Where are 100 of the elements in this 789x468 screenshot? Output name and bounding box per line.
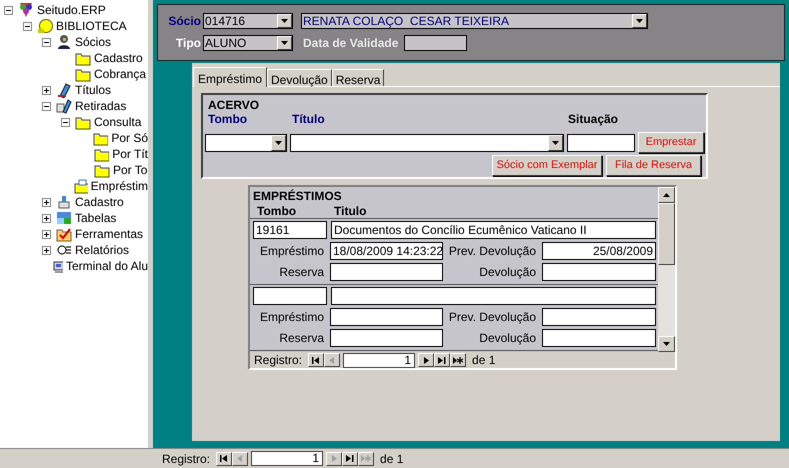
collapse-icon[interactable] — [42, 38, 51, 46]
tree-item[interactable]: Cobrança — [94, 65, 146, 83]
new-record-button[interactable] — [450, 353, 466, 367]
section-title: EMPRÉSTIMOS — [253, 189, 343, 203]
field-label: Devolução — [478, 264, 537, 281]
date-field[interactable] — [330, 308, 443, 326]
field-label: Sócio — [167, 13, 202, 30]
tree-item[interactable]: Empréstim — [90, 177, 148, 195]
tombo-field[interactable] — [253, 287, 327, 305]
folder-document-icon — [74, 178, 88, 194]
tombo-dropdown[interactable] — [205, 134, 287, 152]
field-label: Prev. Devolução — [448, 243, 537, 260]
right-triangle-icon — [329, 454, 340, 463]
next-record-button[interactable] — [418, 353, 434, 367]
field-label: Empréstimo — [258, 309, 325, 326]
right-triangle-icon — [421, 356, 432, 364]
record-label: Registro: — [162, 450, 210, 468]
title-field[interactable] — [331, 287, 656, 305]
collapse-icon[interactable] — [42, 102, 51, 110]
up-arrow-icon — [663, 193, 670, 197]
tab[interactable]: Devolução — [267, 69, 332, 86]
person-icon — [56, 34, 72, 50]
column-label: Situação — [568, 111, 618, 128]
date-field[interactable] — [330, 263, 443, 281]
book-icon — [56, 82, 72, 98]
column-header: Titulo — [334, 202, 366, 220]
collapse-icon[interactable] — [61, 118, 70, 126]
column-header: Tombo — [257, 202, 298, 220]
tree-item[interactable]: Relatórios — [75, 241, 130, 259]
dropdown-arrow-icon — [281, 41, 288, 45]
tree-item[interactable]: Terminal do Alu — [66, 257, 148, 275]
record-number-field[interactable]: 1 — [251, 451, 324, 466]
tree-item[interactable]: Por Tít — [112, 145, 148, 163]
tab[interactable]: Reserva — [332, 69, 384, 86]
triangle-asterisk-icon — [361, 454, 372, 463]
tree-item[interactable]: Retiradas — [75, 97, 126, 115]
record-number-field[interactable]: 1 — [343, 352, 416, 368]
last-record-button[interactable] — [434, 353, 450, 367]
date-field[interactable] — [542, 263, 656, 281]
last-record-button[interactable] — [342, 452, 358, 466]
member-code-dropdown[interactable]: 014716 — [203, 13, 293, 29]
record-count: de 1 — [380, 450, 404, 468]
dropdown-arrow-icon — [275, 140, 282, 144]
expand-icon[interactable] — [42, 230, 51, 238]
dropdown-arrow-icon — [281, 19, 288, 23]
date-field[interactable] — [542, 329, 656, 347]
column-label: Título — [292, 111, 326, 128]
tree-item[interactable]: Por To — [113, 161, 148, 179]
down-arrow-icon — [663, 342, 670, 346]
field-label: Devolução — [478, 330, 537, 347]
tree-item[interactable]: Sócios — [75, 33, 112, 51]
field-label: Reserva — [278, 330, 325, 347]
bar-left-triangle-icon — [219, 454, 230, 463]
collapse-icon[interactable] — [23, 22, 32, 30]
checkfolder-icon — [56, 226, 72, 242]
date-field[interactable]: 25/08/2009 — [542, 242, 656, 260]
right-triangle-bar-icon — [437, 356, 448, 364]
books-icon — [56, 98, 72, 114]
app-icon — [18, 2, 34, 18]
collapse-icon[interactable] — [4, 6, 13, 14]
tree-item[interactable]: Cadastro — [75, 193, 124, 211]
tree-item[interactable]: Consulta — [94, 113, 142, 131]
validity-field[interactable] — [404, 35, 468, 51]
tree-item[interactable]: Títulos — [75, 81, 112, 99]
scrollbar[interactable] — [658, 187, 675, 352]
tree-item[interactable]: Por Só — [111, 129, 148, 147]
expand-icon[interactable] — [42, 198, 51, 206]
record-label: Registro: — [254, 352, 302, 369]
title-dropdown[interactable] — [290, 134, 564, 152]
tombo-field[interactable]: 19161 — [253, 221, 327, 239]
dropdown-arrow-icon — [552, 140, 559, 144]
tree-item[interactable]: Cadastro — [94, 49, 143, 67]
date-field[interactable] — [542, 308, 656, 326]
tree-item[interactable]: Ferramentas — [75, 225, 144, 243]
tab[interactable]: Empréstimo — [193, 67, 268, 87]
column-label: Tombo — [208, 111, 248, 128]
type-dropdown[interactable]: ALUNO — [203, 35, 293, 51]
dropdown-arrow-icon — [636, 19, 643, 23]
tree-item[interactable]: BIBLIOTECA — [56, 17, 127, 35]
right-triangle-bar-icon — [345, 454, 356, 463]
date-field[interactable]: 18/08/2009 14:23:22 — [330, 242, 443, 260]
status-field[interactable] — [567, 134, 635, 152]
tables-icon — [56, 210, 72, 226]
member-name-dropdown[interactable]: RENATA COLAÇO CESAR TEIXEIRA — [301, 13, 648, 29]
field-label: Prev. Devolução — [448, 309, 537, 326]
tree-item[interactable]: Tabelas — [75, 209, 116, 227]
field-label: Empréstimo — [258, 243, 325, 260]
date-field[interactable] — [330, 329, 443, 347]
tree-item[interactable]: Seitudo.ERP — [37, 1, 106, 19]
field-label: Reserva — [278, 264, 325, 281]
section-title: ACERVO — [208, 98, 260, 112]
first-record-button[interactable] — [216, 452, 232, 466]
expand-icon[interactable] — [42, 246, 51, 254]
field-label: Tipo — [174, 35, 202, 52]
field-label: Data de Validade — [303, 35, 398, 52]
title-field[interactable]: Documentos do Concílio Ecumênico Vaticano II — [331, 221, 656, 239]
record-count: de 1 — [472, 352, 496, 369]
first-record-button[interactable] — [308, 353, 324, 367]
expand-icon[interactable] — [42, 214, 51, 222]
expand-icon[interactable] — [42, 86, 51, 94]
